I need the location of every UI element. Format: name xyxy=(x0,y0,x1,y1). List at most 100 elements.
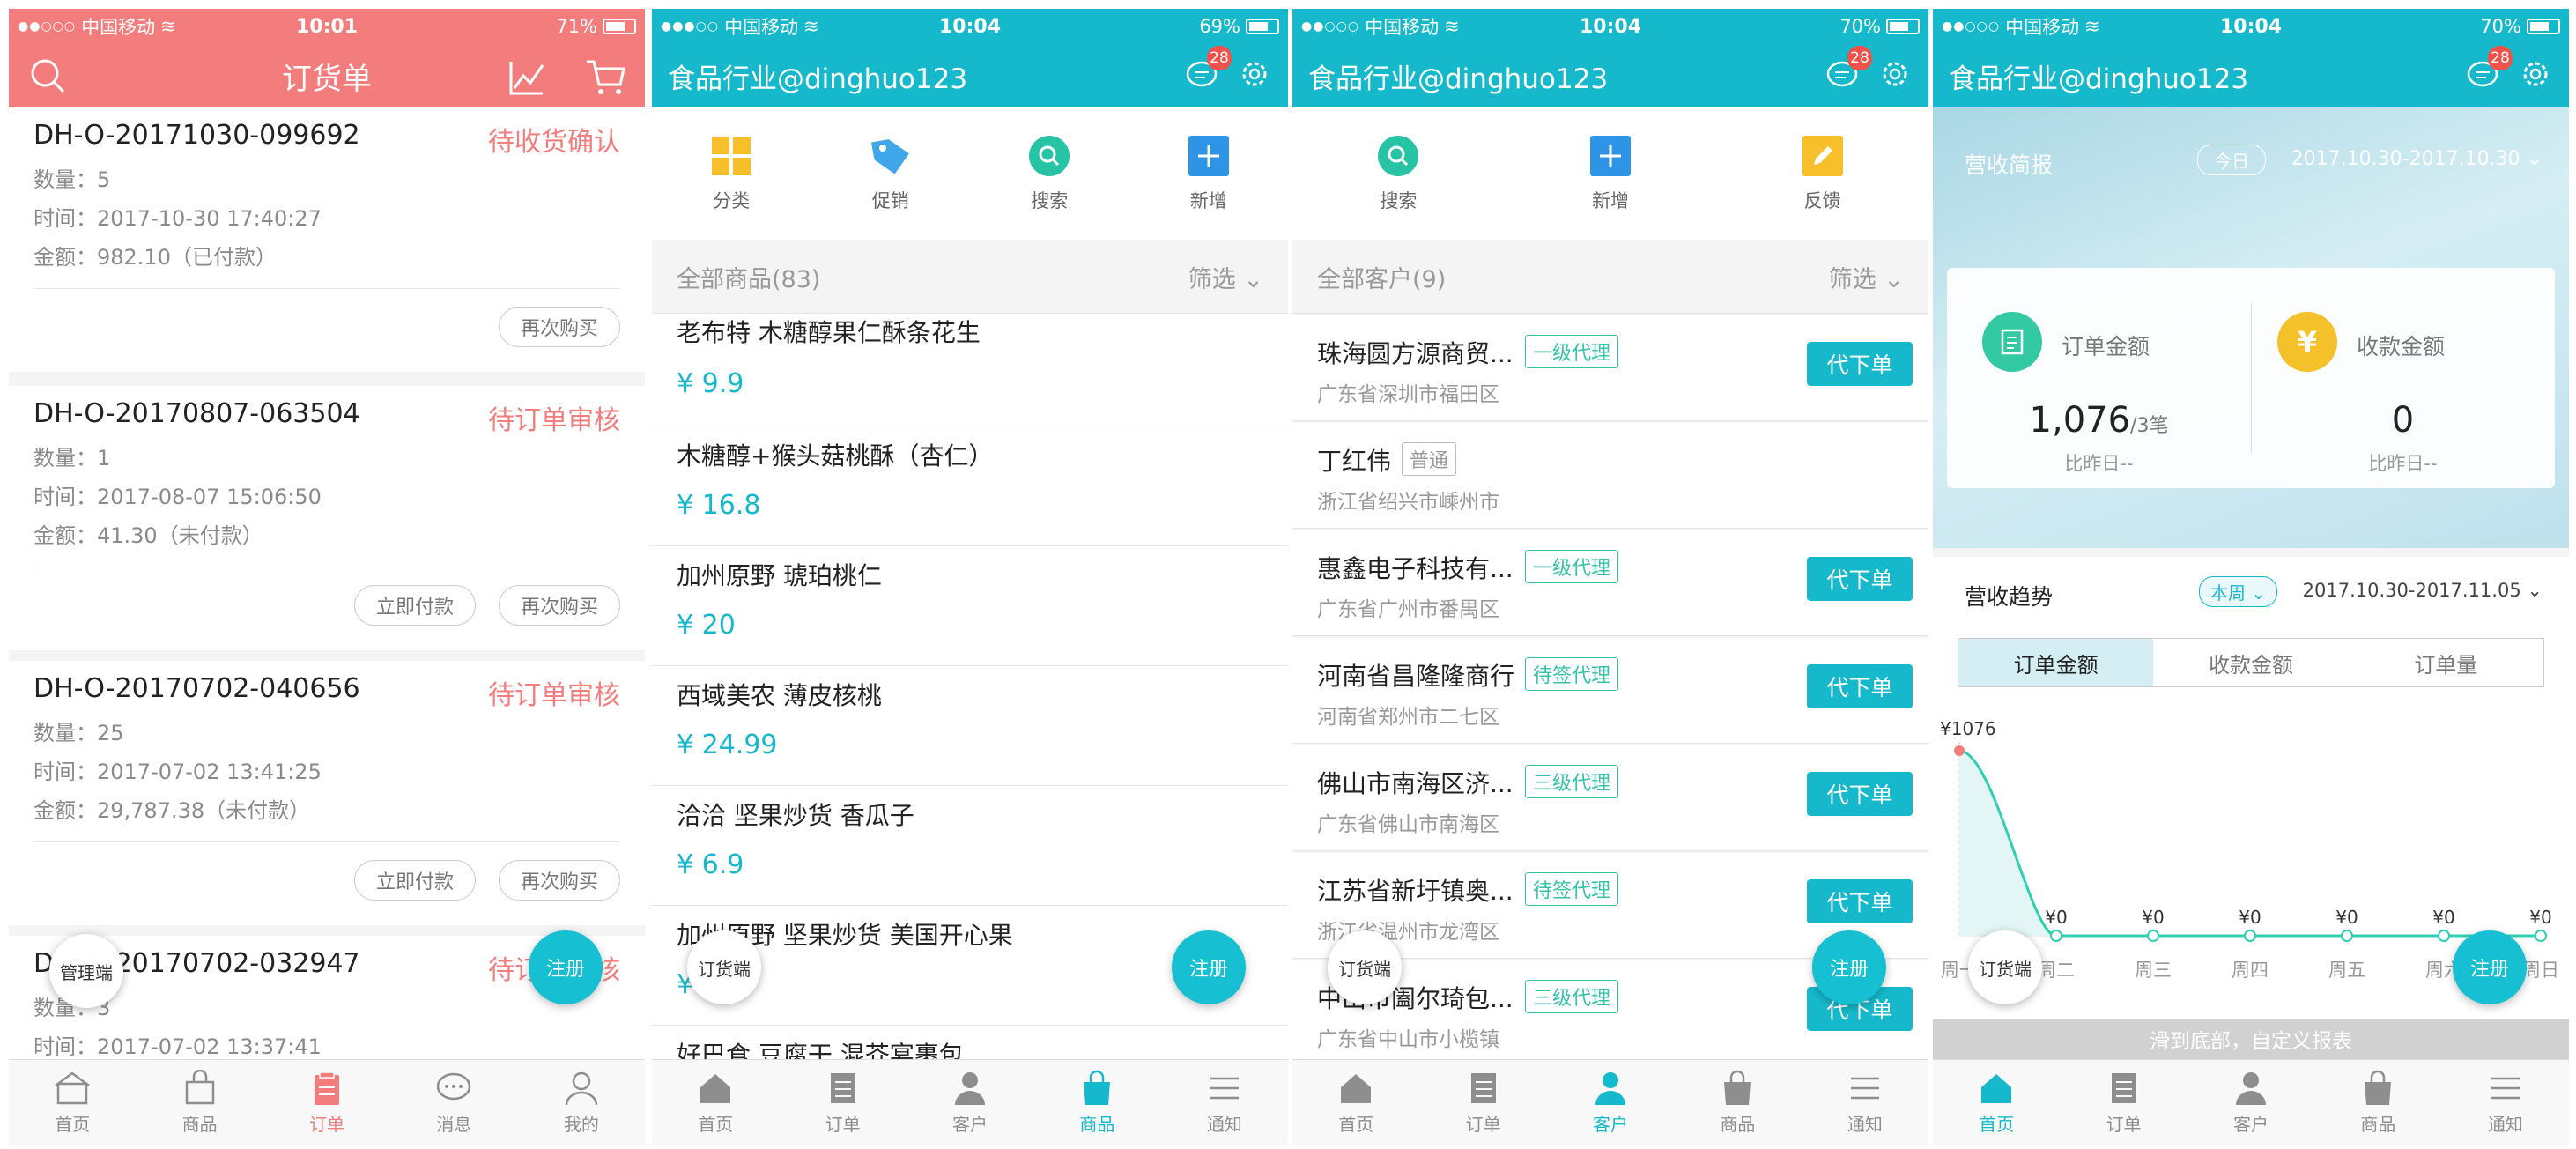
register-button[interactable]: 注册 xyxy=(2453,930,2527,1004)
pay-now-button[interactable]: 立即付款 xyxy=(353,585,476,626)
order-amount-block[interactable]: 订单金额 1,076/3笔 比昨日-- xyxy=(1947,268,2251,488)
bag-icon xyxy=(1724,1070,1751,1105)
customer-tag: 三级代理 xyxy=(1525,765,1619,798)
search-icon[interactable] xyxy=(28,56,67,99)
category-button[interactable]: 分类 xyxy=(674,134,788,213)
tab-goods[interactable]: 商品 xyxy=(1033,1060,1160,1145)
trend-date-picker[interactable]: 2017.10.30-2017.11.05 ⌄ xyxy=(2303,580,2543,601)
rebuy-button[interactable]: 再次购买 xyxy=(498,307,620,347)
customer-item[interactable]: 河南省昌隆隆商行 待签代理 河南省郑州市二七区 代下单 xyxy=(1292,638,1928,744)
message-icon[interactable]: 28 xyxy=(1184,46,1232,93)
tab-notice[interactable]: 通知 xyxy=(2442,1060,2569,1145)
chart-icon[interactable] xyxy=(507,58,546,100)
tab-orders[interactable]: 订单 xyxy=(779,1060,906,1145)
client-switch-button[interactable]: 订货端 xyxy=(1328,930,1402,1004)
segment-collect-amount[interactable]: 收款金额 xyxy=(2153,639,2348,686)
tab-home[interactable]: 首页 xyxy=(1933,1060,2060,1145)
register-button[interactable]: 注册 xyxy=(1172,930,1246,1004)
place-order-button[interactable]: 代下单 xyxy=(1807,664,1913,708)
segment-order-amount[interactable]: 订单金额 xyxy=(1958,639,2154,686)
client-switch-button[interactable]: 订货端 xyxy=(1968,930,2042,1004)
filter-button[interactable]: 筛选 ⌄ xyxy=(1188,260,1263,294)
carrier-label: 中国移动 xyxy=(2005,17,2080,38)
add-button[interactable]: 新增 xyxy=(1151,134,1266,213)
place-order-button[interactable]: 代下单 xyxy=(1807,879,1913,923)
admin-switch-button[interactable]: 管理端 xyxy=(49,934,123,1008)
pay-now-button[interactable]: 立即付款 xyxy=(353,860,476,901)
product-item[interactable]: 西域美农 薄皮核桃 ¥ 24.99 xyxy=(652,666,1288,786)
rebuy-button[interactable]: 再次购买 xyxy=(498,860,620,901)
place-order-button[interactable]: 代下单 xyxy=(1807,342,1913,386)
search-button[interactable]: 搜索 xyxy=(1341,134,1455,213)
search-icon xyxy=(1376,134,1420,178)
signal-icon: ●●○○○ xyxy=(18,19,77,33)
message-icon[interactable]: 28 xyxy=(2465,46,2513,93)
register-button[interactable]: 注册 xyxy=(529,930,603,1004)
product-item[interactable]: 老布特 木糖醇果仁酥条花生 ¥ 9.9 xyxy=(652,314,1288,426)
tab-bar: 首页 订单 客户 商品 通知 xyxy=(652,1059,1288,1145)
clipboard-icon xyxy=(1470,1073,1496,1103)
x-tick-label: 周五 xyxy=(2328,960,2365,981)
time-label: 10:04 xyxy=(1579,15,1642,38)
tab-goods[interactable]: 商品 xyxy=(1674,1060,1801,1145)
tab-orders[interactable]: 订单 xyxy=(263,1060,390,1145)
tab-customers[interactable]: 客户 xyxy=(2187,1060,2314,1145)
gear-icon[interactable] xyxy=(1879,58,1911,93)
tab-me[interactable]: 我的 xyxy=(518,1060,645,1145)
order-amount: 1,076 xyxy=(2029,400,2131,441)
client-switch-button[interactable]: 订货端 xyxy=(687,930,761,1004)
tab-goods[interactable]: 商品 xyxy=(2314,1060,2441,1145)
customer-tag: 普通 xyxy=(1402,442,1457,476)
customer-name: 佛山市南海区济... xyxy=(1317,769,1514,798)
signal-icon: ●●●○○ xyxy=(661,19,720,33)
message-icon[interactable]: 28 xyxy=(1825,46,1872,93)
tab-orders[interactable]: 订单 xyxy=(1419,1060,1546,1145)
register-button[interactable]: 注册 xyxy=(1812,930,1886,1004)
product-item[interactable]: 木糖醇+猴头菇桃酥（杏仁） ¥ 16.8 xyxy=(652,426,1288,546)
tab-notice[interactable]: 通知 xyxy=(1161,1060,1288,1145)
home-icon xyxy=(1981,1074,2012,1103)
tab-notice[interactable]: 通知 xyxy=(1802,1060,1928,1145)
customer-item[interactable]: 佛山市南海区济... 三级代理 广东省佛山市南海区 代下单 xyxy=(1292,745,1928,851)
today-toggle[interactable]: 今日 xyxy=(2197,145,2266,175)
order-card[interactable]: DH-O-20170807-063504 待订单审核 数量：1 时间：2017-… xyxy=(9,386,645,650)
feedback-button[interactable]: 反馈 xyxy=(1765,134,1880,213)
tab-customers[interactable]: 客户 xyxy=(907,1060,1033,1145)
order-amount: 金额：29,787.38（未付款） xyxy=(33,798,311,823)
place-order-button[interactable]: 代下单 xyxy=(1807,557,1913,601)
order-card[interactable]: DH-O-20170702-040656 待订单审核 数量：25 时间：2017… xyxy=(9,661,645,925)
customer-item[interactable]: 珠海圆方源商贸... 一级代理 广东省深圳市福田区 代下单 xyxy=(1292,315,1928,421)
tab-home[interactable]: 首页 xyxy=(1292,1060,1419,1145)
product-item[interactable]: 洽洽 坚果炒货 香瓜子 ¥ 6.9 xyxy=(652,786,1288,906)
place-order-button[interactable]: 代下单 xyxy=(1807,772,1913,816)
segment-order-count[interactable]: 订单量 xyxy=(2349,639,2543,686)
collect-amount-block[interactable]: ¥ 收款金额 0 比昨日-- xyxy=(2251,268,2555,488)
collect-amount: 0 xyxy=(2391,400,2415,441)
tab-orders[interactable]: 订单 xyxy=(2060,1060,2187,1145)
week-selector[interactable]: 本周 ⌄ xyxy=(2199,576,2278,607)
customer-item[interactable]: 惠鑫电子科技有... 一级代理 广东省广州市番禺区 代下单 xyxy=(1292,530,1928,636)
rebuy-button[interactable]: 再次购买 xyxy=(498,585,620,626)
signal-icon: ●●○○○ xyxy=(1301,19,1360,33)
tab-messages[interactable]: 消息 xyxy=(390,1060,517,1145)
product-item[interactable]: 加州原野 琥珀桃仁 ¥ 20 xyxy=(652,546,1288,666)
tab-home[interactable]: 首页 xyxy=(652,1060,779,1145)
user-icon xyxy=(565,1071,598,1106)
tab-label: 通知 xyxy=(1206,1114,1242,1135)
tab-home[interactable]: 首页 xyxy=(9,1060,136,1145)
customer-item[interactable]: 丁红伟 普通 浙江省绍兴市嵊州市 xyxy=(1292,423,1928,529)
product-name: 西域美农 薄皮核桃 xyxy=(677,681,882,710)
add-button[interactable]: 新增 xyxy=(1553,134,1668,213)
summary-date-picker[interactable]: 2017.10.30-2017.10.30 ⌄ xyxy=(2291,148,2543,170)
tab-customers[interactable]: 客户 xyxy=(1547,1060,1674,1145)
battery-label: 70% xyxy=(2480,16,2521,37)
search-button[interactable]: 搜索 xyxy=(992,134,1107,213)
gear-icon[interactable] xyxy=(1239,58,1270,93)
gear-icon[interactable] xyxy=(2520,58,2551,93)
cart-icon[interactable] xyxy=(585,58,625,100)
battery-label: 69% xyxy=(1199,16,1240,37)
filter-button[interactable]: 筛选 ⌄ xyxy=(1829,260,1904,294)
promotion-button[interactable]: 促销 xyxy=(833,134,948,213)
order-card[interactable]: DH-O-20171030-099692 待收货确认 数量：5 时间：2017-… xyxy=(9,107,645,372)
tab-goods[interactable]: 商品 xyxy=(136,1060,263,1145)
